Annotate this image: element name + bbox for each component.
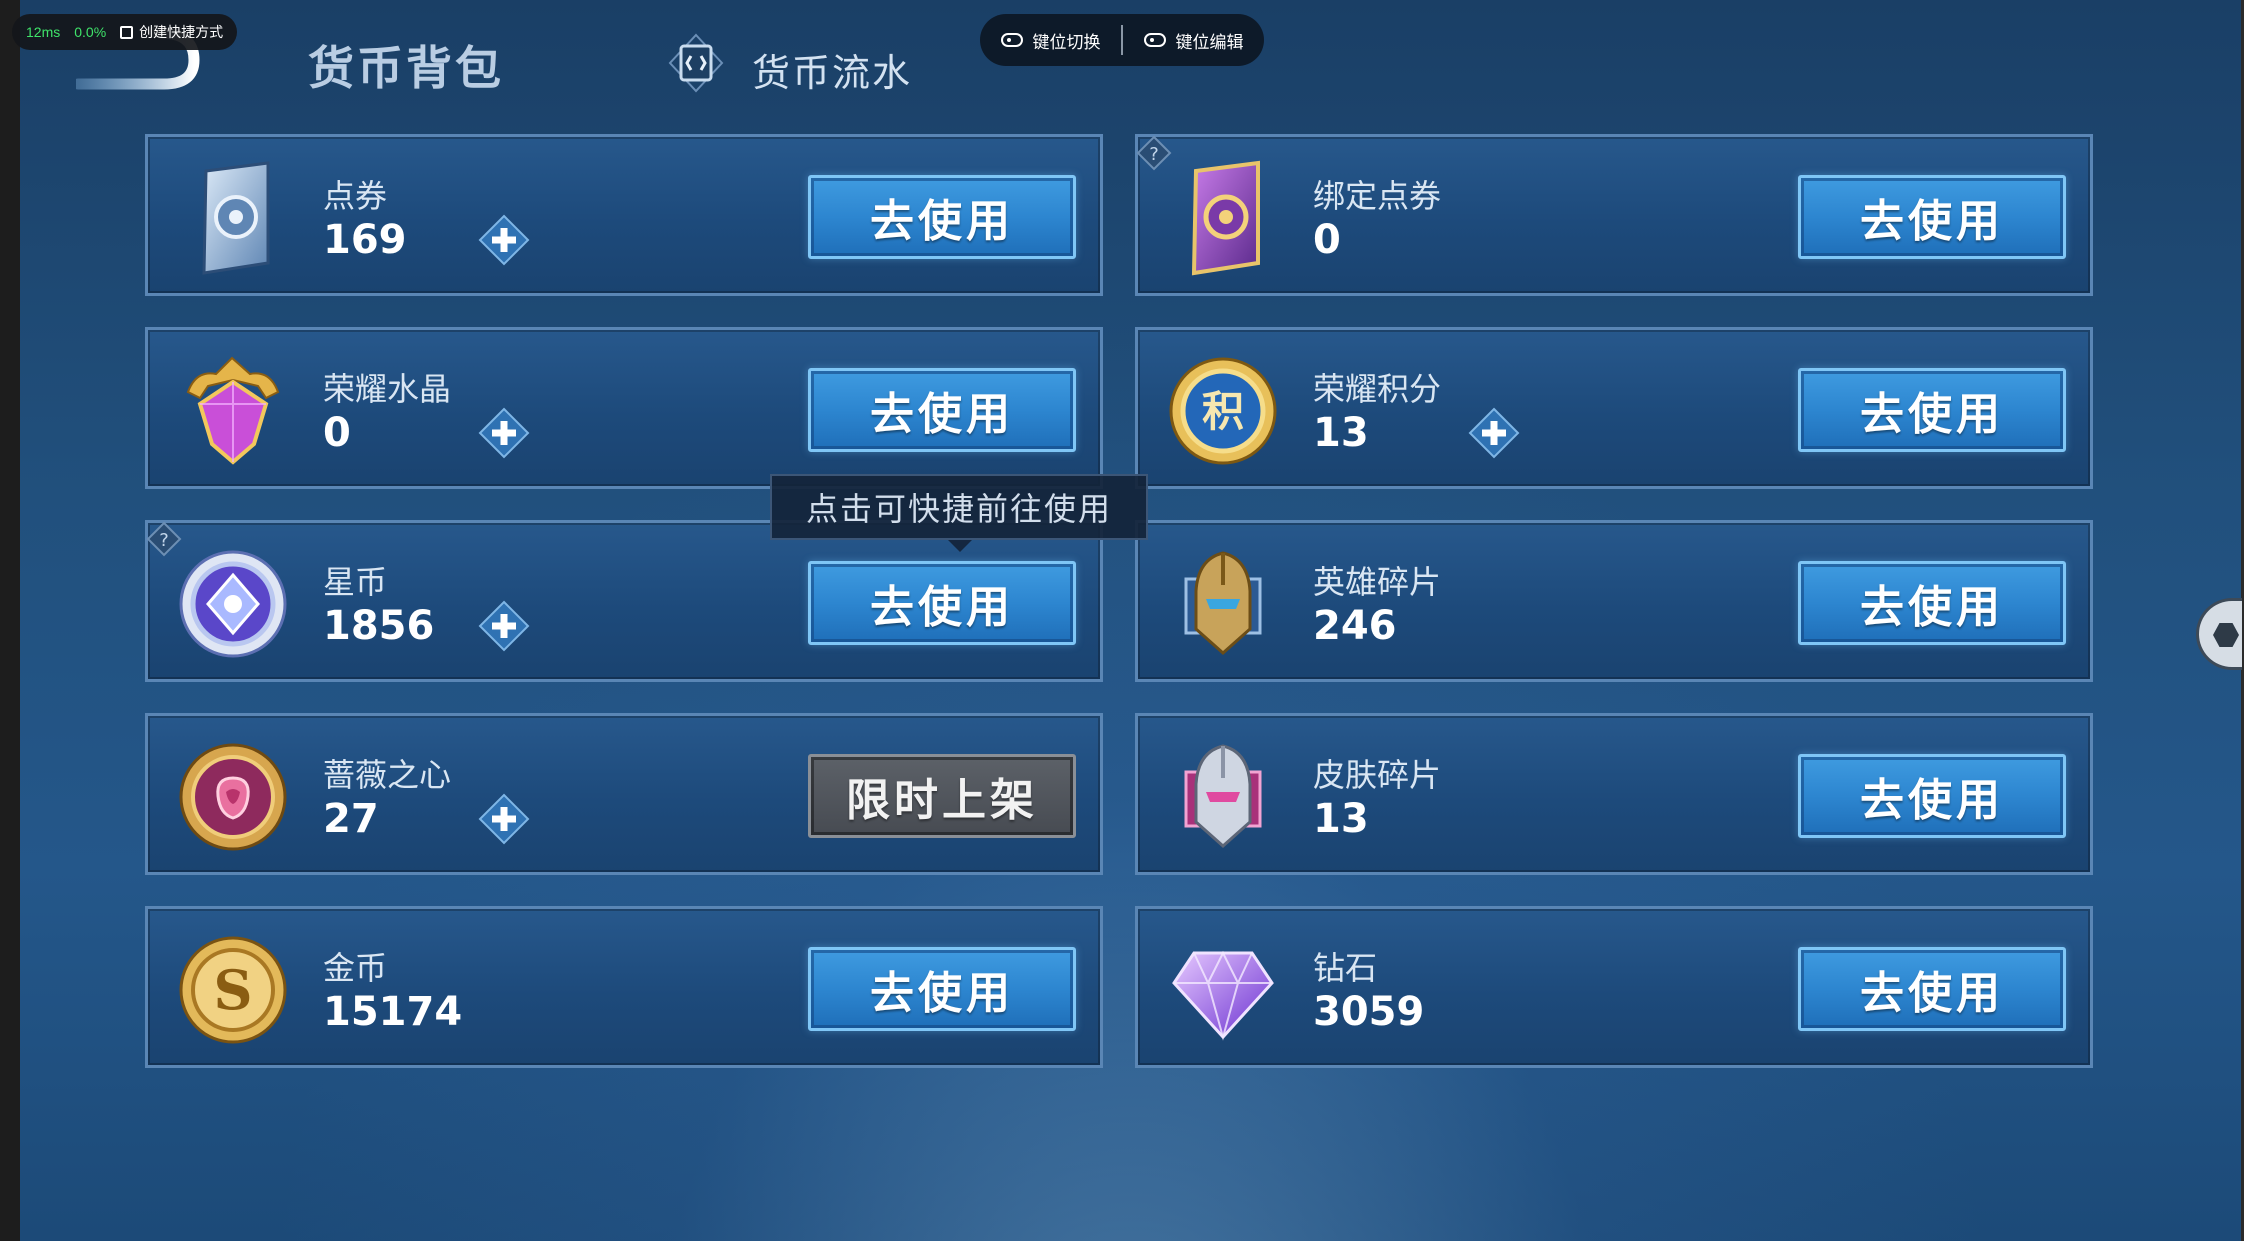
add-plus-icon[interactable] [1468,407,1520,459]
currency-name: 英雄碎片 [1313,563,1442,601]
add-plus-icon[interactable] [478,600,530,652]
svg-text:?: ? [1149,144,1159,165]
use-button[interactable]: 去使用 [808,368,1076,452]
use-button[interactable]: 去使用 [1798,947,2066,1031]
currency-name: 钻石 [1313,949,1378,987]
create-shortcut-label: 创建快捷方式 [139,24,224,40]
currency-name: 皮肤碎片 [1313,756,1442,794]
voucher-card-icon [202,161,270,275]
currency-card-skin-fragment: 皮肤碎片 13 去使用 [1135,713,2093,875]
usage-readout: 0.0% [74,24,107,40]
currency-name: 星币 [323,563,388,601]
use-button[interactable]: 去使用 [1798,175,2066,259]
skin-fragment-icon [1184,744,1262,849]
side-drawer-handle[interactable] [2196,598,2242,670]
currency-card-diamond: 钻石 3059 去使用 [1135,906,2093,1068]
keymap-switch-button[interactable]: 键位切换 [980,28,1121,53]
gamepad-icon [1143,33,1166,47]
use-button[interactable]: 去使用 [1798,754,2066,838]
add-plus-icon[interactable] [478,793,530,845]
currency-name: 荣耀水晶 [323,370,452,408]
use-button[interactable]: 去使用 [808,561,1076,645]
add-plus-icon[interactable] [478,407,530,459]
glory-points-icon: 积 [1169,357,1277,465]
gamepad-icon [1000,33,1023,47]
keymap-switch-label: 键位切换 [1032,32,1101,52]
usage-tooltip: 点击可快捷前往使用 [770,474,1148,552]
glory-crystal-icon [186,356,280,465]
currency-amount: 0 [1313,217,1341,263]
keymap-edit-label: 键位编辑 [1175,32,1244,52]
shortcut-icon [120,25,134,39]
currency-flow-icon[interactable] [665,32,727,94]
svg-text:?: ? [159,530,169,551]
performance-overlay: 12ms 0.0% 创建快捷方式 [12,14,238,50]
use-button[interactable]: 去使用 [808,175,1076,259]
limited-time-button[interactable]: 限时上架 [808,754,1076,838]
currency-card-glory-points: 积 荣耀积分 13 去使用 [1135,327,2093,489]
currency-card-hero-fragment: 英雄碎片 246 去使用 [1135,520,2093,682]
tab-currency-flow[interactable]: 货币流水 [752,42,912,97]
currency-amount: 13 [1313,410,1369,456]
currency-amount: 13 [1313,796,1369,842]
currency-name: 绑定点券 [1313,177,1442,215]
gold-coin-badge-char: S [214,958,253,1022]
star-coin-icon [179,550,287,658]
diamond-icon [1172,950,1274,1041]
page-title: 货币背包 [308,41,504,95]
create-shortcut-button[interactable]: 创建快捷方式 [120,22,223,42]
currency-card-glory-crystal: 荣耀水晶 0 去使用 [145,327,1103,489]
glory-points-badge-char: 积 [1202,387,1244,436]
latency-readout: 12ms [26,24,61,40]
currency-card-bound-voucher: ? 绑定点券 0 去使用 [1135,134,2093,296]
currency-card-voucher: 点券 169 去使用 [145,134,1103,296]
currency-amount: 3059 [1313,989,1425,1035]
currency-amount: 0 [323,410,351,456]
hexagon-icon [2213,623,2239,647]
currency-amount: 1856 [323,603,435,649]
gold-coin-icon: S [179,936,287,1044]
use-button[interactable]: 去使用 [1798,368,2066,452]
currency-amount: 169 [323,217,407,263]
currency-amount: 246 [1313,603,1397,649]
use-button[interactable]: 去使用 [808,947,1076,1031]
add-plus-icon[interactable] [478,214,530,266]
window-left-edge [0,0,20,1241]
keymap-controls: 键位切换 键位编辑 [980,14,1264,66]
currency-name: 荣耀积分 [1313,370,1442,408]
currency-amount: 15174 [323,989,463,1035]
hero-fragment-icon [1184,551,1262,656]
rose-heart-icon [179,743,287,851]
keymap-edit-button[interactable]: 键位编辑 [1123,28,1264,53]
currency-card-rose-heart: 蔷薇之心 27 限时上架 [145,713,1103,875]
currency-amount: 27 [323,796,379,842]
currency-bag-screen: 货币背包 货币流水 点券 169 去使用 ? 绑定点券 0 去使用 荣耀水晶 0… [20,0,2242,1241]
bound-voucher-card-icon [1191,160,1260,276]
currency-name: 点券 [323,177,388,215]
currency-name: 金币 [323,949,388,987]
use-button[interactable]: 去使用 [1798,561,2066,645]
currency-name: 蔷薇之心 [323,756,452,794]
currency-card-gold-coin: S 金币 15174 去使用 [145,906,1103,1068]
